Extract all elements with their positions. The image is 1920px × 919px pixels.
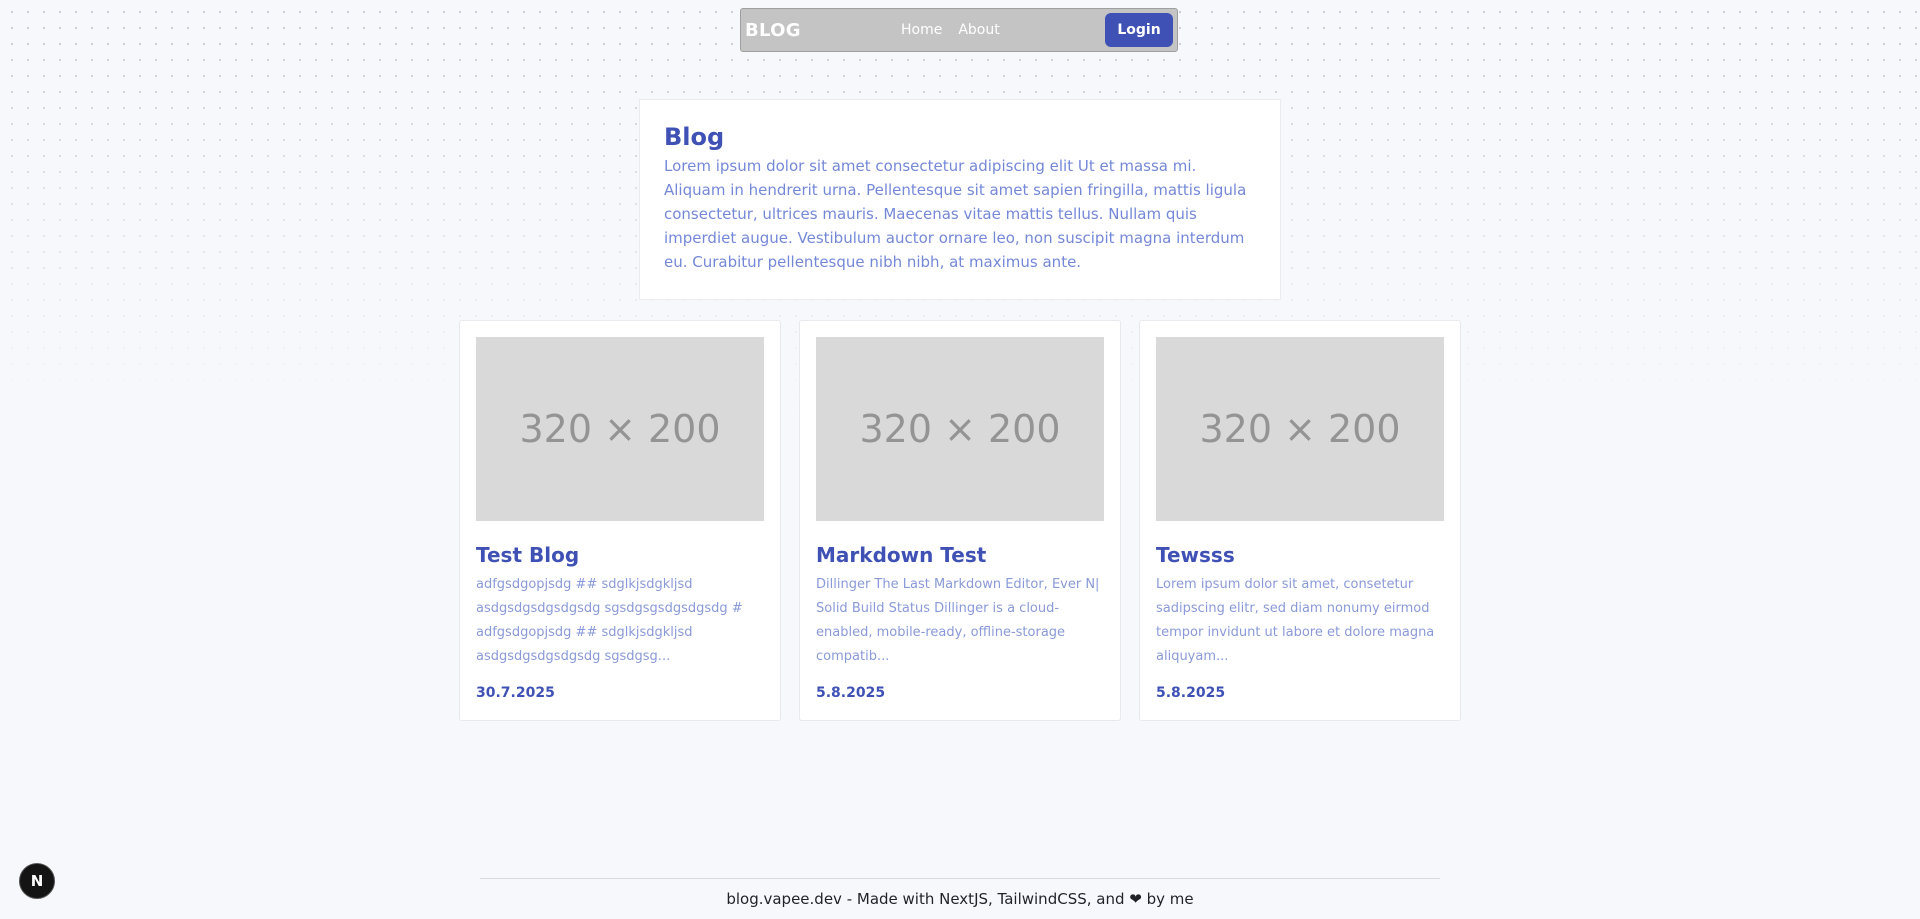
- post-excerpt: adfgsdgopjsdg ## sdglkjsdgkljsd asdgsdgs…: [476, 577, 743, 664]
- post-thumbnail: 320 × 200: [476, 337, 764, 521]
- post-thumbnail: 320 × 200: [816, 337, 1104, 521]
- footer-divider: [480, 878, 1440, 879]
- navbar: BLOG Home About Login: [740, 8, 1178, 52]
- nav-link-about[interactable]: About: [958, 22, 999, 38]
- nav-links: Home About: [901, 22, 1000, 38]
- post-card[interactable]: 320 × 200 Markdown Test Dillinger The La…: [799, 320, 1121, 721]
- login-button[interactable]: Login: [1105, 13, 1173, 47]
- post-card[interactable]: 320 × 200 Tewsss Lorem ipsum dolor sit a…: [1139, 320, 1461, 721]
- footer: blog.vapee.dev - Made with NextJS, Tailw…: [0, 890, 1920, 908]
- nextjs-dev-badge[interactable]: N: [19, 863, 55, 899]
- post-title[interactable]: Markdown Test: [816, 542, 1104, 568]
- post-title[interactable]: Tewsss: [1156, 542, 1444, 568]
- heart-icon: ❤: [1129, 890, 1142, 908]
- footer-text-before: blog.vapee.dev - Made with NextJS, Tailw…: [726, 890, 1125, 908]
- post-date: 5.8.2025: [816, 685, 886, 701]
- post-card[interactable]: 320 × 200 Test Blog adfgsdgopjsdg ## sdg…: [459, 320, 781, 721]
- brand-logo[interactable]: BLOG: [745, 20, 801, 41]
- footer-text-after: by me: [1146, 890, 1194, 908]
- post-excerpt: Dillinger The Last Markdown Editor, Ever…: [816, 577, 1100, 664]
- nav-link-home[interactable]: Home: [901, 22, 942, 38]
- page-title: Blog: [664, 123, 725, 151]
- post-title[interactable]: Test Blog: [476, 542, 764, 568]
- post-thumbnail: 320 × 200: [1156, 337, 1444, 521]
- post-date: 5.8.2025: [1156, 685, 1226, 701]
- intro-description: Lorem ipsum dolor sit amet consectetur a…: [664, 157, 1247, 271]
- intro-card: Blog Lorem ipsum dolor sit amet consecte…: [639, 99, 1281, 300]
- post-excerpt: Lorem ipsum dolor sit amet, consetetur s…: [1156, 577, 1435, 664]
- post-date: 30.7.2025: [476, 685, 555, 701]
